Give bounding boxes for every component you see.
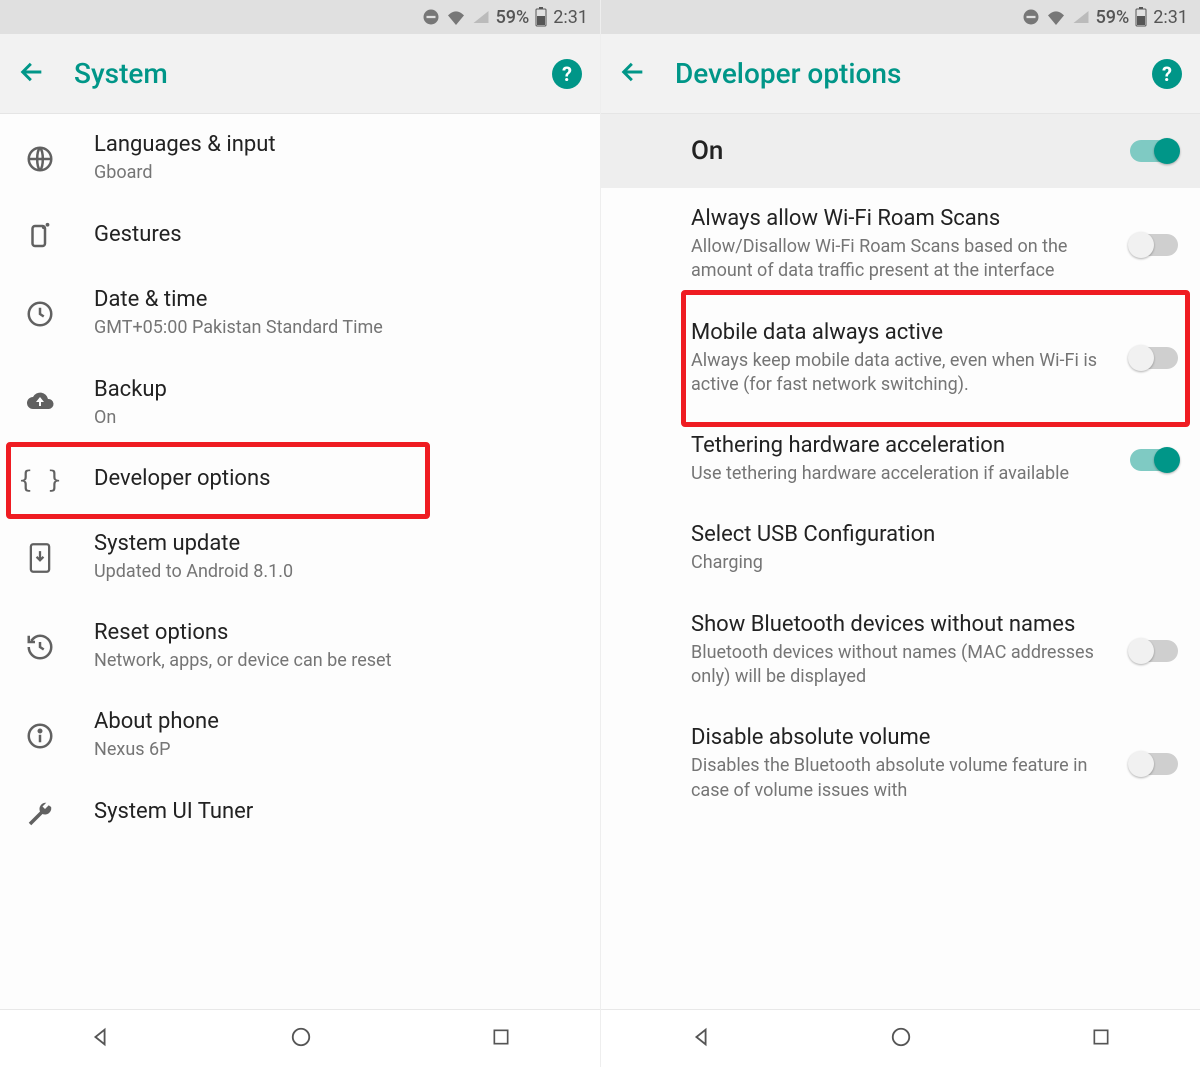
dev-item-show-bluetooth-devices-without-names[interactable]: Show Bluetooth devices without names Blue… [601, 594, 1200, 708]
item-title: Reset options [94, 620, 582, 645]
item-title: Date & time [94, 287, 582, 312]
toggle-switch[interactable] [1130, 234, 1178, 256]
battery-icon [1135, 7, 1147, 27]
dnd-icon [422, 8, 440, 26]
wifi-icon [1046, 9, 1066, 25]
item-sub: Nexus 6P [94, 738, 582, 762]
item-sub: On [94, 406, 582, 430]
list-item-about-phone[interactable]: About phone Nexus 6P [0, 691, 600, 780]
globe-icon [18, 144, 62, 174]
dev-item-mobile-data-always-active[interactable]: Mobile data always active Always keep mob… [601, 302, 1200, 416]
toggle-switch[interactable] [1130, 640, 1178, 662]
page-title: System [74, 57, 524, 90]
clock-text: 2:31 [553, 7, 588, 28]
dev-list: Always allow Wi-Fi Roam Scans Allow/Disal… [601, 188, 1200, 1009]
item-sub: Updated to Android 8.1.0 [94, 560, 582, 584]
dev-item-select-usb-configuration[interactable]: Select USB Configuration Charging [601, 504, 1200, 593]
item-title: Backup [94, 377, 582, 402]
master-switch[interactable] [1130, 140, 1178, 162]
item-sub: Bluetooth devices without names (MAC add… [691, 641, 1114, 690]
item-title: Developer options [94, 466, 582, 491]
master-label: On [691, 136, 1130, 166]
list-item-developer-options[interactable]: { } Developer options [0, 448, 600, 513]
status-bar: 59% 2:31 [0, 0, 600, 34]
item-title: Languages & input [94, 132, 582, 157]
wifi-icon [446, 9, 466, 25]
nav-back-icon[interactable] [690, 1026, 712, 1052]
item-title: Disable absolute volume [691, 725, 1114, 750]
download-icon [18, 542, 62, 574]
battery-icon [535, 7, 547, 27]
list-item-languages-input[interactable]: Languages & input Gboard [0, 114, 600, 203]
toggle-switch[interactable] [1130, 449, 1178, 471]
item-sub: Disables the Bluetooth absolute volume f… [691, 754, 1114, 803]
nav-bar [0, 1009, 600, 1067]
clock-text: 2:31 [1153, 7, 1188, 28]
item-title: Mobile data always active [691, 320, 1114, 345]
toggle-switch[interactable] [1130, 347, 1178, 369]
nav-recent-icon[interactable] [1091, 1027, 1111, 1051]
back-icon[interactable] [619, 58, 647, 90]
item-sub: Allow/Disallow Wi-Fi Roam Scans based on… [691, 235, 1114, 284]
list-item-backup[interactable]: Backup On [0, 359, 600, 448]
battery-pct: 59% [496, 7, 530, 28]
toggle-switch[interactable] [1130, 753, 1178, 775]
item-sub: Gboard [94, 161, 582, 185]
item-title: Tethering hardware acceleration [691, 433, 1114, 458]
item-title: Show Bluetooth devices without names [691, 612, 1114, 637]
system-list: Languages & input Gboard Gestures Date & ti… [0, 114, 600, 1009]
braces-icon: { } [18, 466, 62, 494]
gesture-icon [18, 221, 62, 251]
item-sub: GMT+05:00 Pakistan Standard Time [94, 316, 582, 340]
signal-icon [472, 9, 490, 25]
page-title: Developer options [675, 57, 1124, 90]
list-item-system-ui-tuner[interactable]: System UI Tuner [0, 781, 600, 847]
list-item-date-time[interactable]: Date & time GMT+05:00 Pakistan Standard T… [0, 269, 600, 358]
help-icon[interactable]: ? [552, 59, 582, 89]
status-bar: 59% 2:31 [601, 0, 1200, 34]
restore-icon [18, 632, 62, 662]
item-sub: Charging [691, 551, 1178, 575]
item-title: Always allow Wi-Fi Roam Scans [691, 206, 1114, 231]
dev-item-tethering-hardware-acceleration[interactable]: Tethering hardware acceleration Use tethe… [601, 415, 1200, 504]
item-sub: Use tethering hardware acceleration if a… [691, 462, 1114, 486]
list-item-gestures[interactable]: Gestures [0, 203, 600, 269]
nav-home-icon[interactable] [290, 1026, 312, 1052]
list-item-reset-options[interactable]: Reset options Network, apps, or device ca… [0, 602, 600, 691]
phone-dev-options: 59% 2:31 Developer options ? On Always a… [600, 0, 1200, 1067]
nav-bar [601, 1009, 1200, 1067]
clock-icon [18, 299, 62, 329]
list-item-system-update[interactable]: System update Updated to Android 8.1.0 [0, 513, 600, 602]
item-title: System UI Tuner [94, 799, 582, 824]
app-bar-dev: Developer options ? [601, 34, 1200, 114]
item-title: Gestures [94, 222, 582, 247]
phone-system: 59% 2:31 System ? Languages & input Gboar… [0, 0, 600, 1067]
item-title: About phone [94, 709, 582, 734]
wrench-icon [18, 799, 62, 829]
back-icon[interactable] [18, 58, 46, 90]
item-sub: Network, apps, or device can be reset [94, 649, 582, 673]
nav-recent-icon[interactable] [491, 1027, 511, 1051]
dev-item-disable-absolute-volume[interactable]: Disable absolute volume Disables the Blue… [601, 707, 1200, 821]
master-toggle-row[interactable]: On [601, 114, 1200, 188]
item-title: System update [94, 531, 582, 556]
item-sub: Always keep mobile data active, even whe… [691, 349, 1114, 398]
dev-item-always-allow-wi-fi-roam-scans[interactable]: Always allow Wi-Fi Roam Scans Allow/Disal… [601, 188, 1200, 302]
nav-back-icon[interactable] [89, 1026, 111, 1052]
info-icon [18, 721, 62, 751]
cloud-icon [18, 391, 62, 415]
app-bar-system: System ? [0, 34, 600, 114]
item-title: Select USB Configuration [691, 522, 1178, 547]
battery-pct: 59% [1096, 7, 1130, 28]
signal-icon [1072, 9, 1090, 25]
help-icon[interactable]: ? [1152, 59, 1182, 89]
nav-home-icon[interactable] [890, 1026, 912, 1052]
dnd-icon [1022, 8, 1040, 26]
